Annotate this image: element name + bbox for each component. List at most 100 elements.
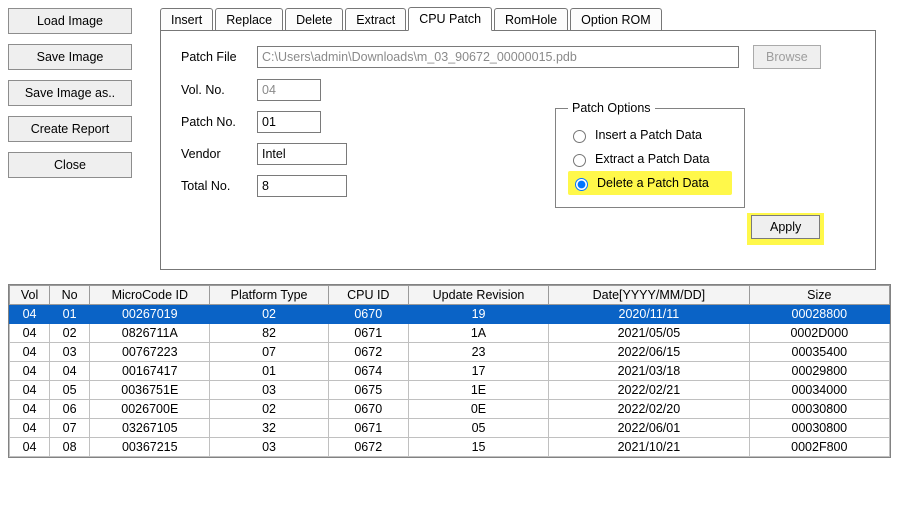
cell-vol: 04 (10, 362, 50, 381)
table-row[interactable]: 040703267105320671052022/06/0100030800 (10, 419, 890, 438)
tab-romhole[interactable]: RomHole (494, 8, 568, 31)
table-row[interactable]: 04060026700E0206700E2022/02/2000030800 (10, 400, 890, 419)
left-sidebar: Load Image Save Image Save Image as.. Cr… (8, 6, 148, 270)
radio-insert-patch-label: Insert a Patch Data (595, 128, 702, 142)
apply-highlight: Apply (747, 213, 824, 245)
table-row[interactable]: 04020826711A8206711A2021/05/050002D000 (10, 324, 890, 343)
col-no[interactable]: No (50, 286, 90, 305)
cell-mc: 00367215 (90, 438, 210, 457)
cell-vol: 04 (10, 400, 50, 419)
radio-delete-patch[interactable]: Delete a Patch Data (568, 171, 732, 195)
col-size[interactable]: Size (749, 286, 889, 305)
save-image-button[interactable]: Save Image (8, 44, 132, 70)
radio-insert-patch-input[interactable] (573, 130, 586, 143)
col-update-revision[interactable]: Update Revision (408, 286, 548, 305)
cell-vol: 04 (10, 343, 50, 362)
col-platform-type[interactable]: Platform Type (210, 286, 328, 305)
cell-size: 00030800 (749, 419, 889, 438)
cell-upd: 17 (408, 362, 548, 381)
cell-no: 06 (50, 400, 90, 419)
table-row[interactable]: 04050036751E0306751E2022/02/2100034000 (10, 381, 890, 400)
cell-date: 2021/03/18 (549, 362, 749, 381)
cell-mc: 03267105 (90, 419, 210, 438)
patch-file-input[interactable] (257, 46, 739, 68)
vendor-label: Vendor (181, 147, 257, 161)
cell-cpu: 0672 (328, 343, 408, 362)
radio-insert-patch[interactable]: Insert a Patch Data (568, 123, 732, 147)
col-vol[interactable]: Vol (10, 286, 50, 305)
cell-no: 03 (50, 343, 90, 362)
create-report-button[interactable]: Create Report (8, 116, 132, 142)
table-row[interactable]: 040800367215030672152021/10/210002F800 (10, 438, 890, 457)
col-cpu-id[interactable]: CPU ID (328, 286, 408, 305)
cell-mc: 00767223 (90, 343, 210, 362)
cell-no: 08 (50, 438, 90, 457)
cell-no: 07 (50, 419, 90, 438)
cell-pt: 07 (210, 343, 328, 362)
radio-extract-patch-input[interactable] (573, 154, 586, 167)
cell-pt: 02 (210, 400, 328, 419)
cell-upd: 19 (408, 305, 548, 324)
cell-vol: 04 (10, 381, 50, 400)
close-button[interactable]: Close (8, 152, 132, 178)
cell-upd: 23 (408, 343, 548, 362)
col-date[interactable]: Date[YYYY/MM/DD] (549, 286, 749, 305)
vol-no-input[interactable] (257, 79, 321, 101)
cell-cpu: 0671 (328, 419, 408, 438)
cell-pt: 82 (210, 324, 328, 343)
cell-cpu: 0670 (328, 305, 408, 324)
browse-button[interactable]: Browse (753, 45, 821, 69)
total-no-label: Total No. (181, 179, 257, 193)
radio-delete-patch-input[interactable] (575, 178, 588, 191)
tab-cpu-patch[interactable]: CPU Patch (408, 7, 492, 31)
cell-mc: 0026700E (90, 400, 210, 419)
radio-extract-patch-label: Extract a Patch Data (595, 152, 710, 166)
cell-mc: 0826711A (90, 324, 210, 343)
microcode-table[interactable]: Vol No MicroCode ID Platform Type CPU ID… (9, 285, 890, 457)
cell-cpu: 0672 (328, 438, 408, 457)
total-no-input[interactable] (257, 175, 347, 197)
cell-vol: 04 (10, 419, 50, 438)
patch-no-input[interactable] (257, 111, 321, 133)
patch-options-legend: Patch Options (568, 101, 655, 115)
tabs-row: Insert Replace Delete Extract CPU Patch … (160, 6, 895, 30)
cell-vol: 04 (10, 305, 50, 324)
patch-no-label: Patch No. (181, 115, 257, 129)
tab-insert[interactable]: Insert (160, 8, 213, 31)
cell-date: 2022/02/21 (549, 381, 749, 400)
table-row[interactable]: 040300767223070672232022/06/1500035400 (10, 343, 890, 362)
tab-option-rom[interactable]: Option ROM (570, 8, 661, 31)
cell-size: 00035400 (749, 343, 889, 362)
cell-upd: 05 (408, 419, 548, 438)
cell-size: 00034000 (749, 381, 889, 400)
cell-date: 2022/02/20 (549, 400, 749, 419)
radio-extract-patch[interactable]: Extract a Patch Data (568, 147, 732, 171)
cell-mc: 00167417 (90, 362, 210, 381)
table-row[interactable]: 040400167417010674172021/03/1800029800 (10, 362, 890, 381)
tab-extract[interactable]: Extract (345, 8, 406, 31)
tab-delete[interactable]: Delete (285, 8, 343, 31)
cell-pt: 02 (210, 305, 328, 324)
tab-body-cpu-patch: Patch File Browse Vol. No. Patch No. Ven… (160, 30, 876, 270)
cell-cpu: 0674 (328, 362, 408, 381)
cell-upd: 0E (408, 400, 548, 419)
tab-panel: Insert Replace Delete Extract CPU Patch … (148, 6, 901, 270)
cell-pt: 03 (210, 381, 328, 400)
cell-mc: 0036751E (90, 381, 210, 400)
table-body: 040100267019020670192020/11/110002880004… (10, 305, 890, 457)
microcode-table-wrap: Vol No MicroCode ID Platform Type CPU ID… (8, 284, 891, 458)
cell-no: 02 (50, 324, 90, 343)
table-row[interactable]: 040100267019020670192020/11/1100028800 (10, 305, 890, 324)
col-microcode-id[interactable]: MicroCode ID (90, 286, 210, 305)
cell-date: 2021/05/05 (549, 324, 749, 343)
cell-size: 0002F800 (749, 438, 889, 457)
vol-no-label: Vol. No. (181, 83, 257, 97)
apply-button[interactable]: Apply (751, 215, 820, 239)
save-image-as-button[interactable]: Save Image as.. (8, 80, 132, 106)
tab-replace[interactable]: Replace (215, 8, 283, 31)
cell-pt: 01 (210, 362, 328, 381)
load-image-button[interactable]: Load Image (8, 8, 132, 34)
cell-size: 00028800 (749, 305, 889, 324)
vendor-input[interactable] (257, 143, 347, 165)
cell-no: 05 (50, 381, 90, 400)
